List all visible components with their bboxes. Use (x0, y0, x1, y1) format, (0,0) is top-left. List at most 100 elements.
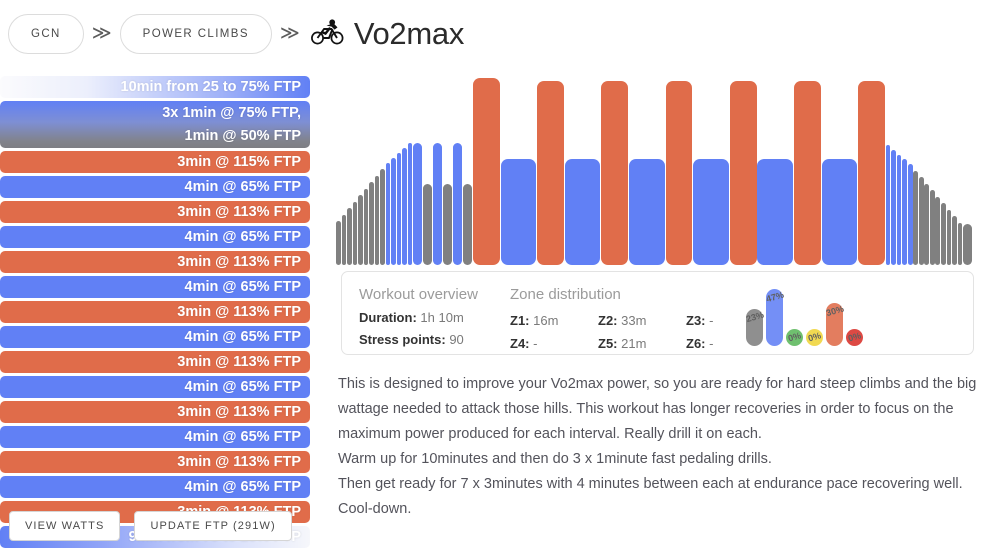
cyclist-icon (310, 18, 344, 50)
interval-label: 4min @ 65% FTP (184, 478, 301, 495)
profile-bar (793, 81, 821, 265)
breadcrumb-label-gcn: GCN (31, 28, 61, 40)
profile-bar (902, 159, 907, 265)
profile-bar (821, 159, 858, 265)
interval-label: 10min from 25 to 75% FTP (120, 78, 302, 95)
profile-bar (952, 216, 957, 265)
profile-bar (924, 183, 930, 265)
zone-bar: 0% (806, 329, 823, 346)
zone-value: 16m (529, 313, 559, 328)
profile-bar (935, 196, 941, 265)
interval-label: 4min @ 65% FTP (184, 328, 301, 345)
zone-bar-value: 30% (824, 303, 846, 319)
profile-bar (601, 81, 629, 265)
profile-bar (891, 149, 896, 265)
zone-bar-value: 0% (846, 330, 863, 344)
interval-row[interactable]: 3x 1min @ 75% FTP, 1min @ 50% FTP (0, 101, 310, 148)
breadcrumb-item-power-climbs[interactable]: POWER CLIMBS (119, 14, 272, 54)
zone-cell: Z4: - (510, 333, 598, 356)
profile-bar (380, 169, 385, 265)
profile-bar (462, 183, 473, 265)
update-ftp-button[interactable]: UPDATE FTP (291W) (134, 511, 292, 541)
zone-bar: 47% (764, 288, 786, 346)
interval-label: 3min @ 115% FTP (177, 153, 301, 170)
zone-bar: 30% (824, 303, 846, 346)
interval-row[interactable]: 4min @ 65% FTP (0, 326, 310, 348)
zone-cell: Z6: - (686, 333, 746, 356)
interval-label: 4min @ 65% FTP (184, 178, 301, 195)
workout-overview-card: Workout overview Duration: 1h 10m Stress… (341, 271, 974, 355)
breadcrumb-item-gcn[interactable]: GCN (8, 14, 84, 54)
profile-bar (341, 214, 347, 265)
overview-summary: Workout overview Duration: 1h 10m Stress… (359, 286, 478, 347)
interval-row[interactable]: 3min @ 113% FTP (0, 301, 310, 323)
profile-bar (453, 143, 463, 265)
overview-heading: Workout overview (359, 286, 478, 303)
profile-bar (472, 78, 500, 265)
interval-row[interactable]: 3min @ 113% FTP (0, 251, 310, 273)
overview-stress-points: Stress points: 90 (359, 332, 478, 347)
profile-bar (907, 164, 913, 265)
profile-bar (374, 175, 380, 265)
interval-row[interactable]: 3min @ 113% FTP (0, 201, 310, 223)
interval-label: 4min @ 65% FTP (184, 428, 301, 445)
interval-label: 3x 1min @ 75% FTP, 1min @ 50% FTP (162, 105, 301, 144)
zone-bar-value: 0% (806, 330, 823, 344)
interval-row[interactable]: 3min @ 113% FTP (0, 351, 310, 373)
profile-bar (396, 152, 402, 265)
profile-bar (433, 143, 443, 265)
profile-bar (885, 144, 891, 265)
profile-bar (352, 201, 358, 265)
profile-bar (402, 148, 407, 265)
interval-row[interactable]: 4min @ 65% FTP (0, 176, 310, 198)
profile-bar (729, 81, 757, 265)
interval-row[interactable]: 3min @ 115% FTP (0, 151, 310, 173)
zone-value: 33m (617, 313, 647, 328)
interval-row[interactable]: 4min @ 65% FTP (0, 476, 310, 498)
zone-bar: 23% (744, 309, 766, 346)
zone-name: Z3: (686, 313, 706, 328)
interval-row[interactable]: 4min @ 65% FTP (0, 376, 310, 398)
stress-value: 90 (449, 332, 464, 347)
description-paragraph: Warm up for 10minutes and then do 3 x 1m… (338, 451, 772, 467)
profile-bar (358, 195, 363, 265)
breadcrumb-label-power-climbs: POWER CLIMBS (142, 28, 249, 40)
interval-label: 3min @ 113% FTP (177, 453, 301, 470)
profile-bar (363, 188, 369, 265)
view-watts-label: VIEW WATTS (25, 520, 105, 532)
interval-list: 10min from 25 to 75% FTP 3x 1min @ 75% FT… (0, 76, 310, 551)
interval-label: 3min @ 113% FTP (177, 303, 301, 320)
interval-row[interactable]: 3min @ 113% FTP (0, 401, 310, 423)
zone-name: Z6: (686, 335, 706, 351)
profile-bar (929, 190, 935, 265)
zone-name: Z2: (598, 313, 618, 328)
profile-bar (443, 183, 453, 265)
profile-bar (629, 159, 665, 265)
duration-value: 1h 10m (420, 310, 464, 325)
profile-bar (957, 222, 963, 265)
interval-row[interactable]: 10min from 25 to 75% FTP (0, 76, 310, 98)
profile-bar (407, 143, 413, 265)
profile-bar (385, 162, 391, 265)
page-title: Vo2max (353, 16, 465, 51)
zone-cell: Z2: 33m (598, 310, 686, 333)
sidebar-actions: VIEW WATTS UPDATE FTP (291W) (9, 511, 292, 541)
profile-bars (336, 70, 974, 265)
interval-row[interactable]: 3min @ 113% FTP (0, 451, 310, 473)
description-paragraph: This is designed to improve your Vo2max … (338, 376, 977, 442)
zone-grid: Z1: 16m Z2: 33m Z3: - Z4: - Z5: 21m Z6: - (510, 310, 746, 356)
zone-name: Z1: (510, 313, 530, 328)
zone-cell: Z5: 21m (598, 333, 686, 356)
zone-bar-value: 23% (744, 309, 766, 325)
view-watts-button[interactable]: VIEW WATTS (9, 511, 121, 541)
interval-row[interactable]: 4min @ 65% FTP (0, 426, 310, 448)
profile-bar (564, 159, 601, 265)
zone-bar-value: 47% (764, 289, 786, 304)
interval-row[interactable]: 4min @ 65% FTP (0, 226, 310, 248)
zone-cell: Z3: - (686, 310, 746, 333)
profile-bar (500, 159, 537, 265)
breadcrumb-separator-icon: ≫ (91, 22, 112, 44)
interval-row[interactable]: 4min @ 65% FTP (0, 276, 310, 298)
profile-bar (946, 209, 952, 265)
description-paragraph: Cool-down. (338, 501, 412, 517)
